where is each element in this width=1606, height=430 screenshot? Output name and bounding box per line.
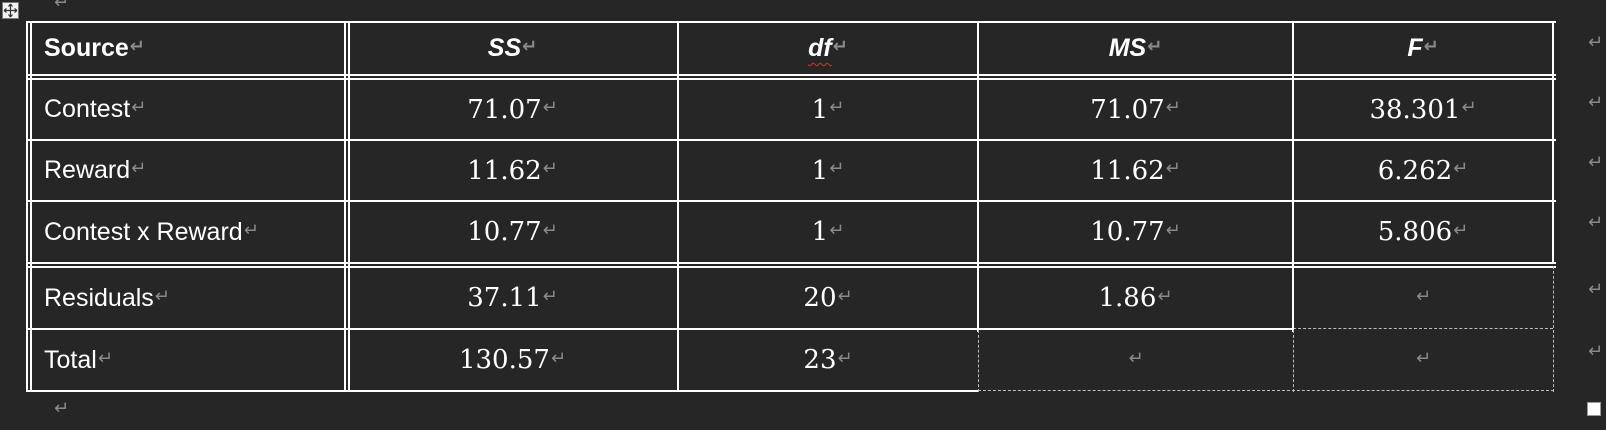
cell-ss: 130.57 ↵	[458, 345, 567, 375]
cell-ms: 10.77 ↵	[1090, 217, 1181, 247]
cell-source: Contest ↵	[44, 95, 147, 123]
cell-df: 20 ↵	[803, 283, 853, 313]
end-of-row-mark: ↵	[1588, 92, 1604, 113]
cell-ms: ↵	[1128, 347, 1144, 369]
cell-source: Contest x Reward ↵	[44, 217, 259, 246]
header-df: df ↵	[808, 34, 848, 62]
cell-source: Total ↵	[44, 345, 113, 374]
cell-ss: 71.07 ↵	[467, 94, 558, 125]
cell-ss: 10.77 ↵	[467, 217, 558, 247]
cell-ss: 37.11 ↵	[467, 283, 558, 313]
paragraph-mark-bottom: ↵	[54, 398, 70, 419]
table-resize-handle-icon[interactable]	[1587, 402, 1601, 416]
four-way-arrow-icon	[3, 3, 18, 18]
cell-ms: 11.62 ↵	[1090, 155, 1181, 186]
spellcheck-underline: df	[808, 34, 832, 62]
cell-source: Reward ↵	[44, 156, 147, 184]
end-of-row-mark: ↵	[1588, 32, 1604, 53]
header-source: Source ↵	[44, 34, 145, 62]
cell-ms: 1.86 ↵	[1098, 283, 1173, 313]
cell-f: 38.301 ↵	[1369, 94, 1477, 125]
header-f: F ↵	[1407, 34, 1439, 62]
paragraph-mark-top: ↵	[54, 0, 70, 13]
cell-df: 1 ↵	[811, 94, 845, 125]
end-of-row-mark: ↵	[1588, 152, 1604, 173]
cell-f: ↵	[1415, 347, 1432, 369]
cell-df: 23 ↵	[803, 345, 853, 375]
cell-df: 1 ↵	[811, 155, 845, 186]
cell-f: 6.262 ↵	[1377, 155, 1469, 186]
table-move-handle-icon[interactable]	[2, 2, 19, 19]
end-of-row-mark: ↵	[1588, 212, 1604, 233]
cell-f: ↵	[1415, 285, 1432, 307]
cell-source: Residuals ↵	[44, 283, 170, 312]
cell-df: 1 ↵	[811, 217, 845, 247]
cell-f: 5.806 ↵	[1377, 217, 1469, 247]
cell-ss: 11.62 ↵	[467, 155, 558, 186]
header-ss: SS ↵	[487, 34, 538, 62]
cell-ms: 71.07 ↵	[1090, 94, 1181, 125]
end-of-row-mark: ↵	[1588, 279, 1604, 300]
header-ms: MS ↵	[1108, 34, 1163, 62]
end-of-row-mark: ↵	[1588, 341, 1604, 362]
